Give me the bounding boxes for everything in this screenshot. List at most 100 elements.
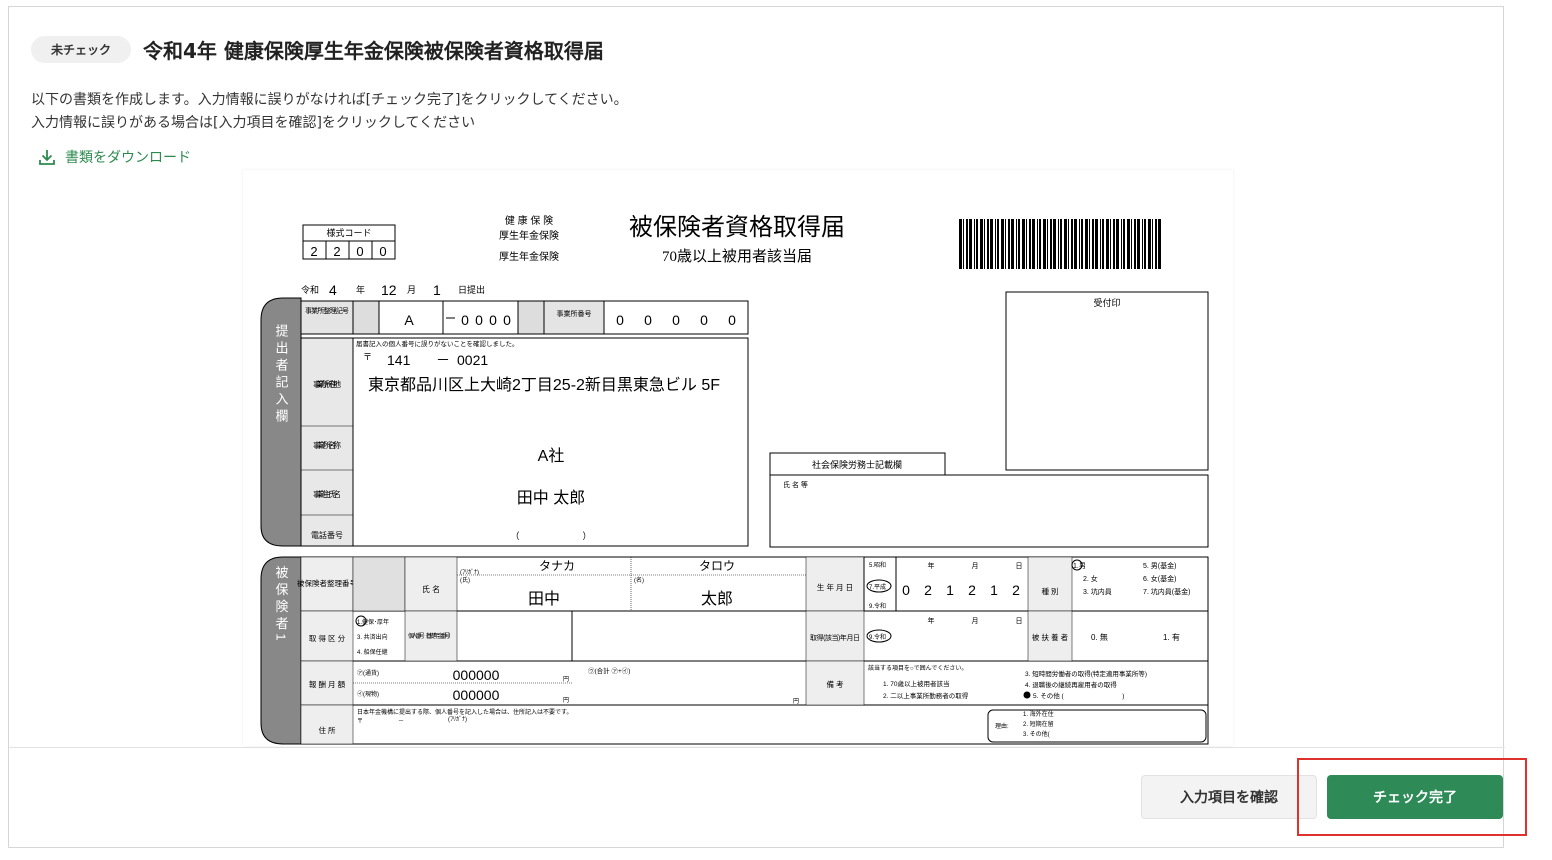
barcode-bar [1106,219,1109,269]
kana-first: タロウ [699,559,735,573]
yen: 円 [563,697,569,704]
gender-option: 6. 女(基金) [1143,574,1176,583]
office-number-digit: 0 [672,312,680,328]
sharoushi-label: 社会保険労務士記載欄 [812,459,902,470]
barcode-bar [1144,219,1146,269]
yen: 円 [793,698,799,705]
gender-option: 2. 女 [1083,574,1098,583]
date-era: 令和 [301,284,319,295]
barcode-bar [1155,219,1157,269]
confirm-inputs-button[interactable]: 入力項目を確認 [1141,775,1317,819]
barcode-bar [1047,219,1048,269]
dependent-option: 1. 有 [1163,632,1180,642]
form-code-digit: 0 [379,244,386,259]
birth-era-reiwa: 9.令和 [869,602,886,610]
download-link[interactable]: 書類をダウンロード [37,147,191,167]
barcode-bar [1043,219,1046,269]
barcode-bar [1029,219,1031,269]
status-badge: 未チェック [31,36,132,63]
form-title: 被保険者資格取得届 [629,214,845,241]
remarks-note: 該当する項目を○で囲んでください。 [868,664,967,672]
barcode-bar [1152,219,1153,269]
furigana-label: (ﾌﾘｶﾞﾅ) [460,569,479,576]
insured-number-label: 被保険者整理番号 [297,578,357,588]
barcode-bar [984,219,985,269]
acq-type-option: 3. 共済出向 [357,633,388,641]
highlight-box [1297,758,1527,836]
page-title: 令和4年 健康保険厚生年金保険被保険者資格取得届 [143,39,604,63]
address-reason: 1. 海外在住 [1023,710,1054,718]
barcode-bar [1116,219,1119,269]
barcode-bar [1064,219,1067,269]
remarks-option: 1. 70歳以上被用者該当 [883,679,949,688]
barcode-bar [1022,219,1025,269]
form-svg: 様式コード 2 2 0 0 健 康 保 険 厚生年金保険 厚生年金保険 被保険者… [260,214,1209,745]
office-name: A社 [538,447,565,465]
barcode-bar [990,219,993,269]
barcode-bar [1137,219,1140,269]
office-code-suffix: 0 [489,312,497,328]
barcode-bar [1089,219,1090,269]
office-code-label: 事業所整理記号 [305,306,349,315]
office-number-digit: 0 [728,312,736,328]
address-reason: 2. 短期在留 [1023,720,1054,728]
insurance-type-2: 厚生年金保険 [499,229,559,242]
insurance-type-1: 健 康 保 険 [505,214,553,227]
barcode-bar [1026,219,1027,269]
birth-era-showa: 5.昭和 [869,561,886,569]
barcode-bar [1050,219,1052,269]
barcode-bar [1123,219,1125,269]
barcode-bar [966,219,968,269]
birth-digit: 2 [924,582,932,598]
barcode-bar [1081,219,1083,269]
remarks-option: 2. 二以上事業所勤務者の取得 [883,691,969,700]
form-code-digit: 2 [310,244,317,259]
barcode-bar [1071,219,1073,269]
dependent-option: 0. 無 [1091,632,1108,642]
address-note: 日本年金機構に提出する際、個人番号を記入した場合は、住所記入は不要です。 [357,708,572,716]
barcode-bar [1085,219,1088,269]
salary-label: 報 酬 月 額 [309,679,346,689]
family-label: (氏) [460,576,470,584]
instruction-line-2: 入力情報に誤りがある場合は[入力項目を確認]をクリックしてください [31,115,476,131]
address-reason: 3. その他( [1023,730,1050,738]
acq-date-label: 取得(該当)年月日 [810,633,860,642]
barcode-bar [1110,219,1111,269]
salary-kind-value: 000000 [453,687,500,703]
gender-option: 5. 男(基金) [1143,561,1176,570]
dependent-label: 被 扶 養 者 [1032,632,1069,642]
gender-option: 7. 坑内員(基金) [1143,587,1190,596]
birth-digit: 1 [990,582,998,598]
barcode-bar [1032,219,1035,269]
office-number-digit: 0 [644,312,652,328]
barcode-bar [1005,219,1006,269]
form-subtitle: 70歳以上被用者該当届 [662,248,812,265]
instructions: 以下の書類を作成します。入力情報に誤りがなければ[チェック完了]をクリックしてく… [31,89,628,135]
ymd-month: 月 [972,617,979,625]
barcode-bar [1074,219,1077,269]
download-icon [39,150,55,165]
postal-dash: － [398,719,404,725]
postal-code-2: 0021 [457,352,488,368]
barcode-bar [1131,219,1132,269]
salary-currency-label: ㋐(通貨) [357,669,379,677]
phone-parens: （ ） [510,531,591,541]
postal-mark: 〒 [363,352,372,362]
office-code-value: A [404,312,414,328]
date-year: 4 [329,282,337,298]
office-address-label: 事業所所在地 [313,379,341,389]
barcode-bar [959,219,962,269]
barcode-bar [974,219,975,269]
ymd-day: 日 [1016,562,1023,570]
gender-label: 種 別 [1041,586,1058,596]
remarks-label: 備 考 [826,679,844,689]
last-name: 田中 [528,590,560,608]
barcode-bar [995,219,996,269]
barcode [959,219,1161,269]
insured-section-label: 被保険者1 [274,565,289,644]
birth-era-heisei: 7.平成 [869,583,886,591]
date-day: 1 [433,282,441,298]
office-name-label: 事業所名称 [313,440,341,450]
page-header: 未チェック 令和4年 健康保険厚生年金保険被保険者資格取得届 [31,35,604,64]
remarks-option: 5. その他 ( ) [1033,691,1124,700]
